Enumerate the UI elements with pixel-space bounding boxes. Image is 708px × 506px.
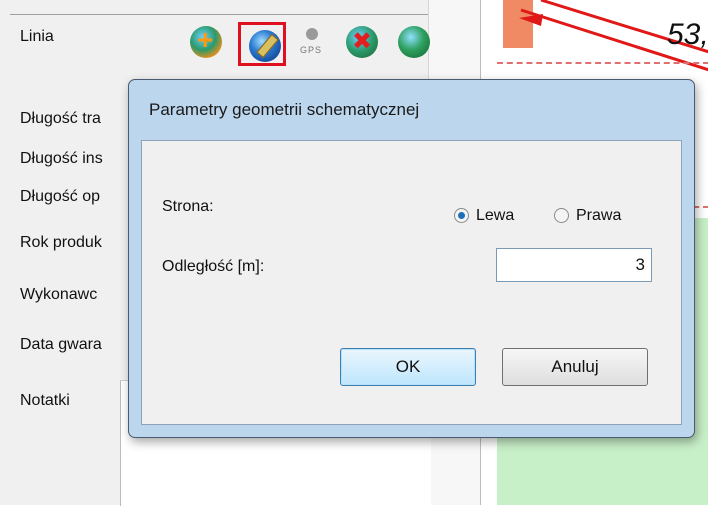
selected-tool-highlight bbox=[238, 22, 286, 66]
delete-globe-icon[interactable] bbox=[346, 26, 378, 58]
map-label: 53, bbox=[667, 18, 708, 51]
map-dashed-line bbox=[497, 62, 708, 64]
field-label-production-year: Rok produk bbox=[20, 234, 102, 251]
side-right-label[interactable]: Prawa bbox=[576, 207, 621, 225]
side-left-label[interactable]: Lewa bbox=[476, 207, 514, 225]
side-right-radio[interactable] bbox=[554, 208, 569, 223]
gps-dot bbox=[306, 28, 318, 40]
field-label-length-install: Długość ins bbox=[20, 150, 103, 167]
field-label-notes: Notatki bbox=[20, 392, 70, 409]
distance-label: Odległość [m]: bbox=[162, 258, 265, 275]
dialog-content: Strona: Lewa Prawa Odległość [m]: OK Anu… bbox=[141, 140, 682, 425]
cancel-button[interactable]: Anuluj bbox=[502, 348, 648, 386]
field-label-length-route: Długość tra bbox=[20, 110, 101, 127]
distance-input[interactable] bbox=[496, 248, 652, 282]
schematic-geometry-dialog: Parametry geometrii schematycznej Strona… bbox=[128, 79, 695, 438]
dialog-title: Parametry geometrii schematycznej bbox=[149, 100, 420, 119]
add-globe-icon[interactable] bbox=[190, 24, 222, 58]
field-label-contractor: Wykonawc bbox=[20, 286, 98, 303]
ok-button[interactable]: OK bbox=[340, 348, 476, 386]
field-label-warranty-date: Data gwara bbox=[20, 336, 102, 353]
map-arrow bbox=[519, 14, 543, 26]
divider bbox=[10, 14, 436, 15]
field-label-length-other: Długość op bbox=[20, 188, 101, 205]
gps-text: GPS bbox=[300, 45, 323, 55]
side-left-radio[interactable] bbox=[454, 208, 469, 223]
globe-icon[interactable] bbox=[398, 26, 430, 58]
line-label: Linia bbox=[20, 28, 54, 45]
side-label: Strona: bbox=[162, 198, 214, 215]
gps-icon[interactable]: GPS bbox=[300, 28, 324, 58]
edit-schematic-globe-icon[interactable] bbox=[249, 30, 281, 62]
